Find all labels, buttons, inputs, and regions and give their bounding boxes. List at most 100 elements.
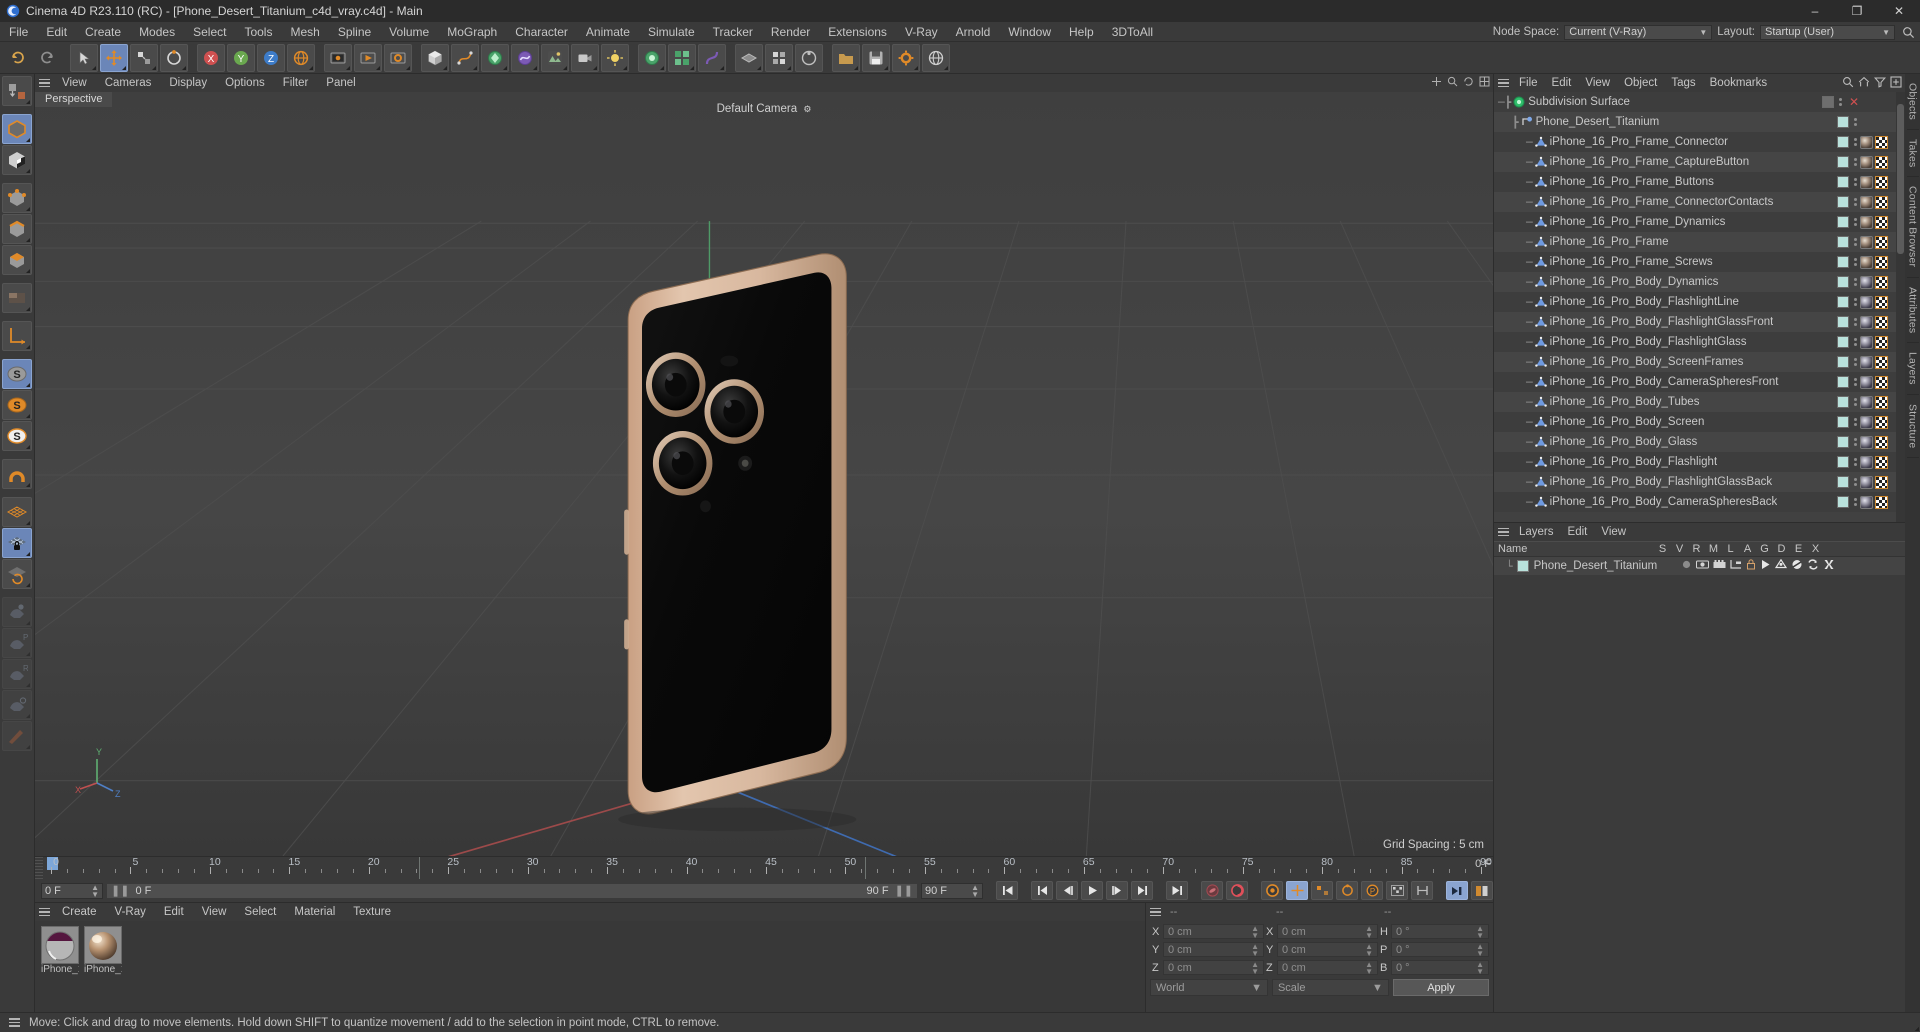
scale-tool-button[interactable] [130,43,158,72]
viewport-menu-view[interactable]: View [53,74,96,92]
uvw-tag-icon[interactable] [1875,315,1888,329]
visibility-dots-icon[interactable] [1852,138,1859,146]
uvw-tag-icon[interactable] [1875,395,1888,409]
menu-file[interactable]: File [0,22,37,42]
visibility-dots-icon[interactable] [1852,378,1859,386]
material-menu-material[interactable]: Material [285,903,344,921]
visibility-dots-icon[interactable] [1852,478,1859,486]
vtab-layers[interactable]: Layers [1906,343,1919,395]
xref-icon[interactable] [1823,559,1835,573]
layer-panel-menu-icon[interactable] [1494,523,1512,541]
material-thumbnail-titanium[interactable] [84,926,122,964]
rotate-view-icon[interactable] [1463,76,1474,90]
undo-button[interactable] [3,44,31,72]
uvw-tag-icon[interactable] [1875,195,1888,209]
preview-range-bar[interactable]: ❚❚ 0 F 90 F ❚❚ [106,882,918,899]
object-menu-edit[interactable]: Edit [1545,74,1579,92]
rotate-workplane-button[interactable] [2,559,32,589]
go-to-start-button[interactable] [996,881,1018,900]
menu-render[interactable]: Render [762,22,819,42]
object-tree[interactable]: ─┣ Subdivision Surface ✕ ┣ Phone_Desert_Tita… [1494,92,1905,522]
material-menu-edit[interactable]: Edit [155,903,193,921]
object-tree-row[interactable]: ─ iPhone_16_Pro_Body_CameraSpheresFront [1494,372,1905,392]
stepper-icon[interactable]: ▲ ▼ [91,883,99,898]
close-button[interactable]: ✕ [1878,0,1920,22]
visibility-dots-icon[interactable] [1852,238,1859,246]
object-tree-row[interactable]: ─ iPhone_16_Pro_Body_Tubes [1494,392,1905,412]
next-keyframe-button[interactable] [1131,881,1153,900]
object-enable-checkbox[interactable] [1837,176,1849,188]
object-enable-checkbox[interactable] [1837,436,1849,448]
material-list[interactable]: iPhone_1 [35,921,1145,1012]
add-spline-button[interactable] [451,43,479,72]
menu-simulate[interactable]: Simulate [639,22,704,42]
viewport-menu-cameras[interactable]: Cameras [96,74,161,92]
menu-extensions[interactable]: Extensions [819,22,896,42]
delete-icon[interactable]: ✕ [1849,95,1859,109]
layer-row[interactable]: └ Phone_Desert_Titanium [1494,557,1905,575]
home-icon[interactable] [1858,76,1870,91]
generators-icon[interactable] [1774,558,1788,573]
lock-x-axis-button[interactable]: X [197,43,225,72]
layer-list-empty-area[interactable] [1494,575,1905,1012]
viewport-menu-options[interactable]: Options [216,74,274,92]
node-space-select[interactable]: Current (V-Ray) ▼ [1564,24,1713,40]
material-tag-icon[interactable] [1860,175,1873,189]
material-tag-icon[interactable] [1860,495,1873,509]
world-object-coords-button[interactable] [287,43,315,72]
uvw-tag-icon[interactable] [1875,495,1888,509]
material-tag-icon[interactable] [1860,195,1873,209]
uvw-tag-icon[interactable] [1875,275,1888,289]
zoom-view-icon[interactable] [1447,76,1458,90]
visibility-dots-icon[interactable] [1852,338,1859,346]
filter-icon[interactable] [1873,76,1887,91]
menu-modes[interactable]: Modes [130,22,184,42]
maximize-view-icon[interactable] [1479,76,1490,90]
uvw-tag-icon[interactable] [1875,155,1888,169]
rotate-tool-button[interactable] [160,43,188,72]
object-enable-checkbox[interactable] [1837,196,1849,208]
object-tree-row[interactable]: ─ iPhone_16_Pro_Body_FlashlightLine [1494,292,1905,312]
object-tree-row[interactable]: ─ iPhone_16_Pro_Frame_ConnectorContacts [1494,192,1905,212]
search-icon[interactable] [1842,76,1854,91]
uvw-tag-icon[interactable] [1875,135,1888,149]
object-tree-row[interactable]: ┣ Phone_Desert_Titanium [1494,112,1905,132]
uvw-tag-icon[interactable] [1875,235,1888,249]
rotation-p-input[interactable]: 0 ° ▲ ▼ [1391,942,1489,957]
autokey-button[interactable] [1226,881,1248,900]
menu-mesh[interactable]: Mesh [281,22,328,42]
object-enable-checkbox[interactable] [1837,416,1849,428]
object-panel-menu-icon[interactable] [1494,74,1512,92]
minimize-button[interactable]: – [1794,0,1836,22]
visibility-dots-icon[interactable] [1852,158,1859,166]
render-to-picture-viewer-button[interactable] [354,43,382,72]
timeline-track[interactable]: 0 5 10 15 20 25 30 35 40 45 50 55 60 65 70 75 80 85 90 [43,856,1493,879]
add-generator-button[interactable] [481,43,509,72]
menu-vray[interactable]: V-Ray [896,22,947,42]
menu-mograph[interactable]: MoGraph [438,22,506,42]
object-menu-view[interactable]: View [1578,74,1617,92]
3d-viewport[interactable]: Perspective Default Camera ⚙ Grid Spacin… [35,92,1493,856]
object-tree-row[interactable]: ─ iPhone_16_Pro_Body_ScreenFrames [1494,352,1905,372]
uvw-tag-icon[interactable] [1875,415,1888,429]
object-tree-row[interactable]: ─ iPhone_16_Pro_Frame [1494,232,1905,252]
material-item[interactable]: iPhone_1 [41,926,79,975]
focus-tool-button[interactable] [2,690,32,720]
material-tag-icon[interactable] [1860,155,1873,169]
coordinates-panel-menu-icon[interactable] [1146,903,1164,921]
uvw-tag-icon[interactable] [1875,215,1888,229]
deformers-icon[interactable] [1791,559,1803,573]
redo-button[interactable] [33,44,61,72]
visibility-dots-icon[interactable] [1852,198,1859,206]
content-browser-button[interactable] [832,43,860,72]
object-enable-checkbox[interactable] [1837,156,1849,168]
object-enable-checkbox[interactable] [1837,216,1849,228]
material-menu-texture[interactable]: Texture [344,903,400,921]
scale-key-button[interactable] [1311,881,1333,900]
material-tag-icon[interactable] [1860,415,1873,429]
move-tool-button[interactable] [100,43,128,72]
material-menu-vray[interactable]: V-Ray [106,903,155,921]
model-mode-button[interactable] [2,114,32,144]
object-tree-scroll-thumb[interactable] [1897,104,1904,254]
array-button[interactable] [668,43,696,72]
